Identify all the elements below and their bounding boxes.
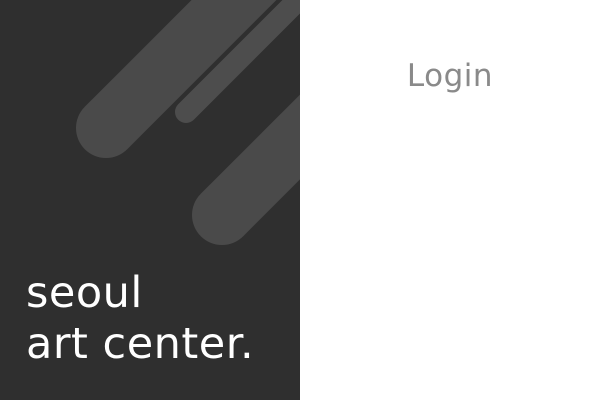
brand-line-2: art center. bbox=[26, 319, 255, 369]
brand-logo-text: seoul art center. bbox=[26, 268, 254, 370]
login-page: seoul art center. Login bbox=[0, 0, 600, 400]
login-panel: Login bbox=[300, 0, 600, 400]
brand-panel: seoul art center. bbox=[0, 0, 300, 400]
brand-line-1: seoul bbox=[26, 268, 143, 318]
login-title: Login bbox=[406, 58, 494, 94]
